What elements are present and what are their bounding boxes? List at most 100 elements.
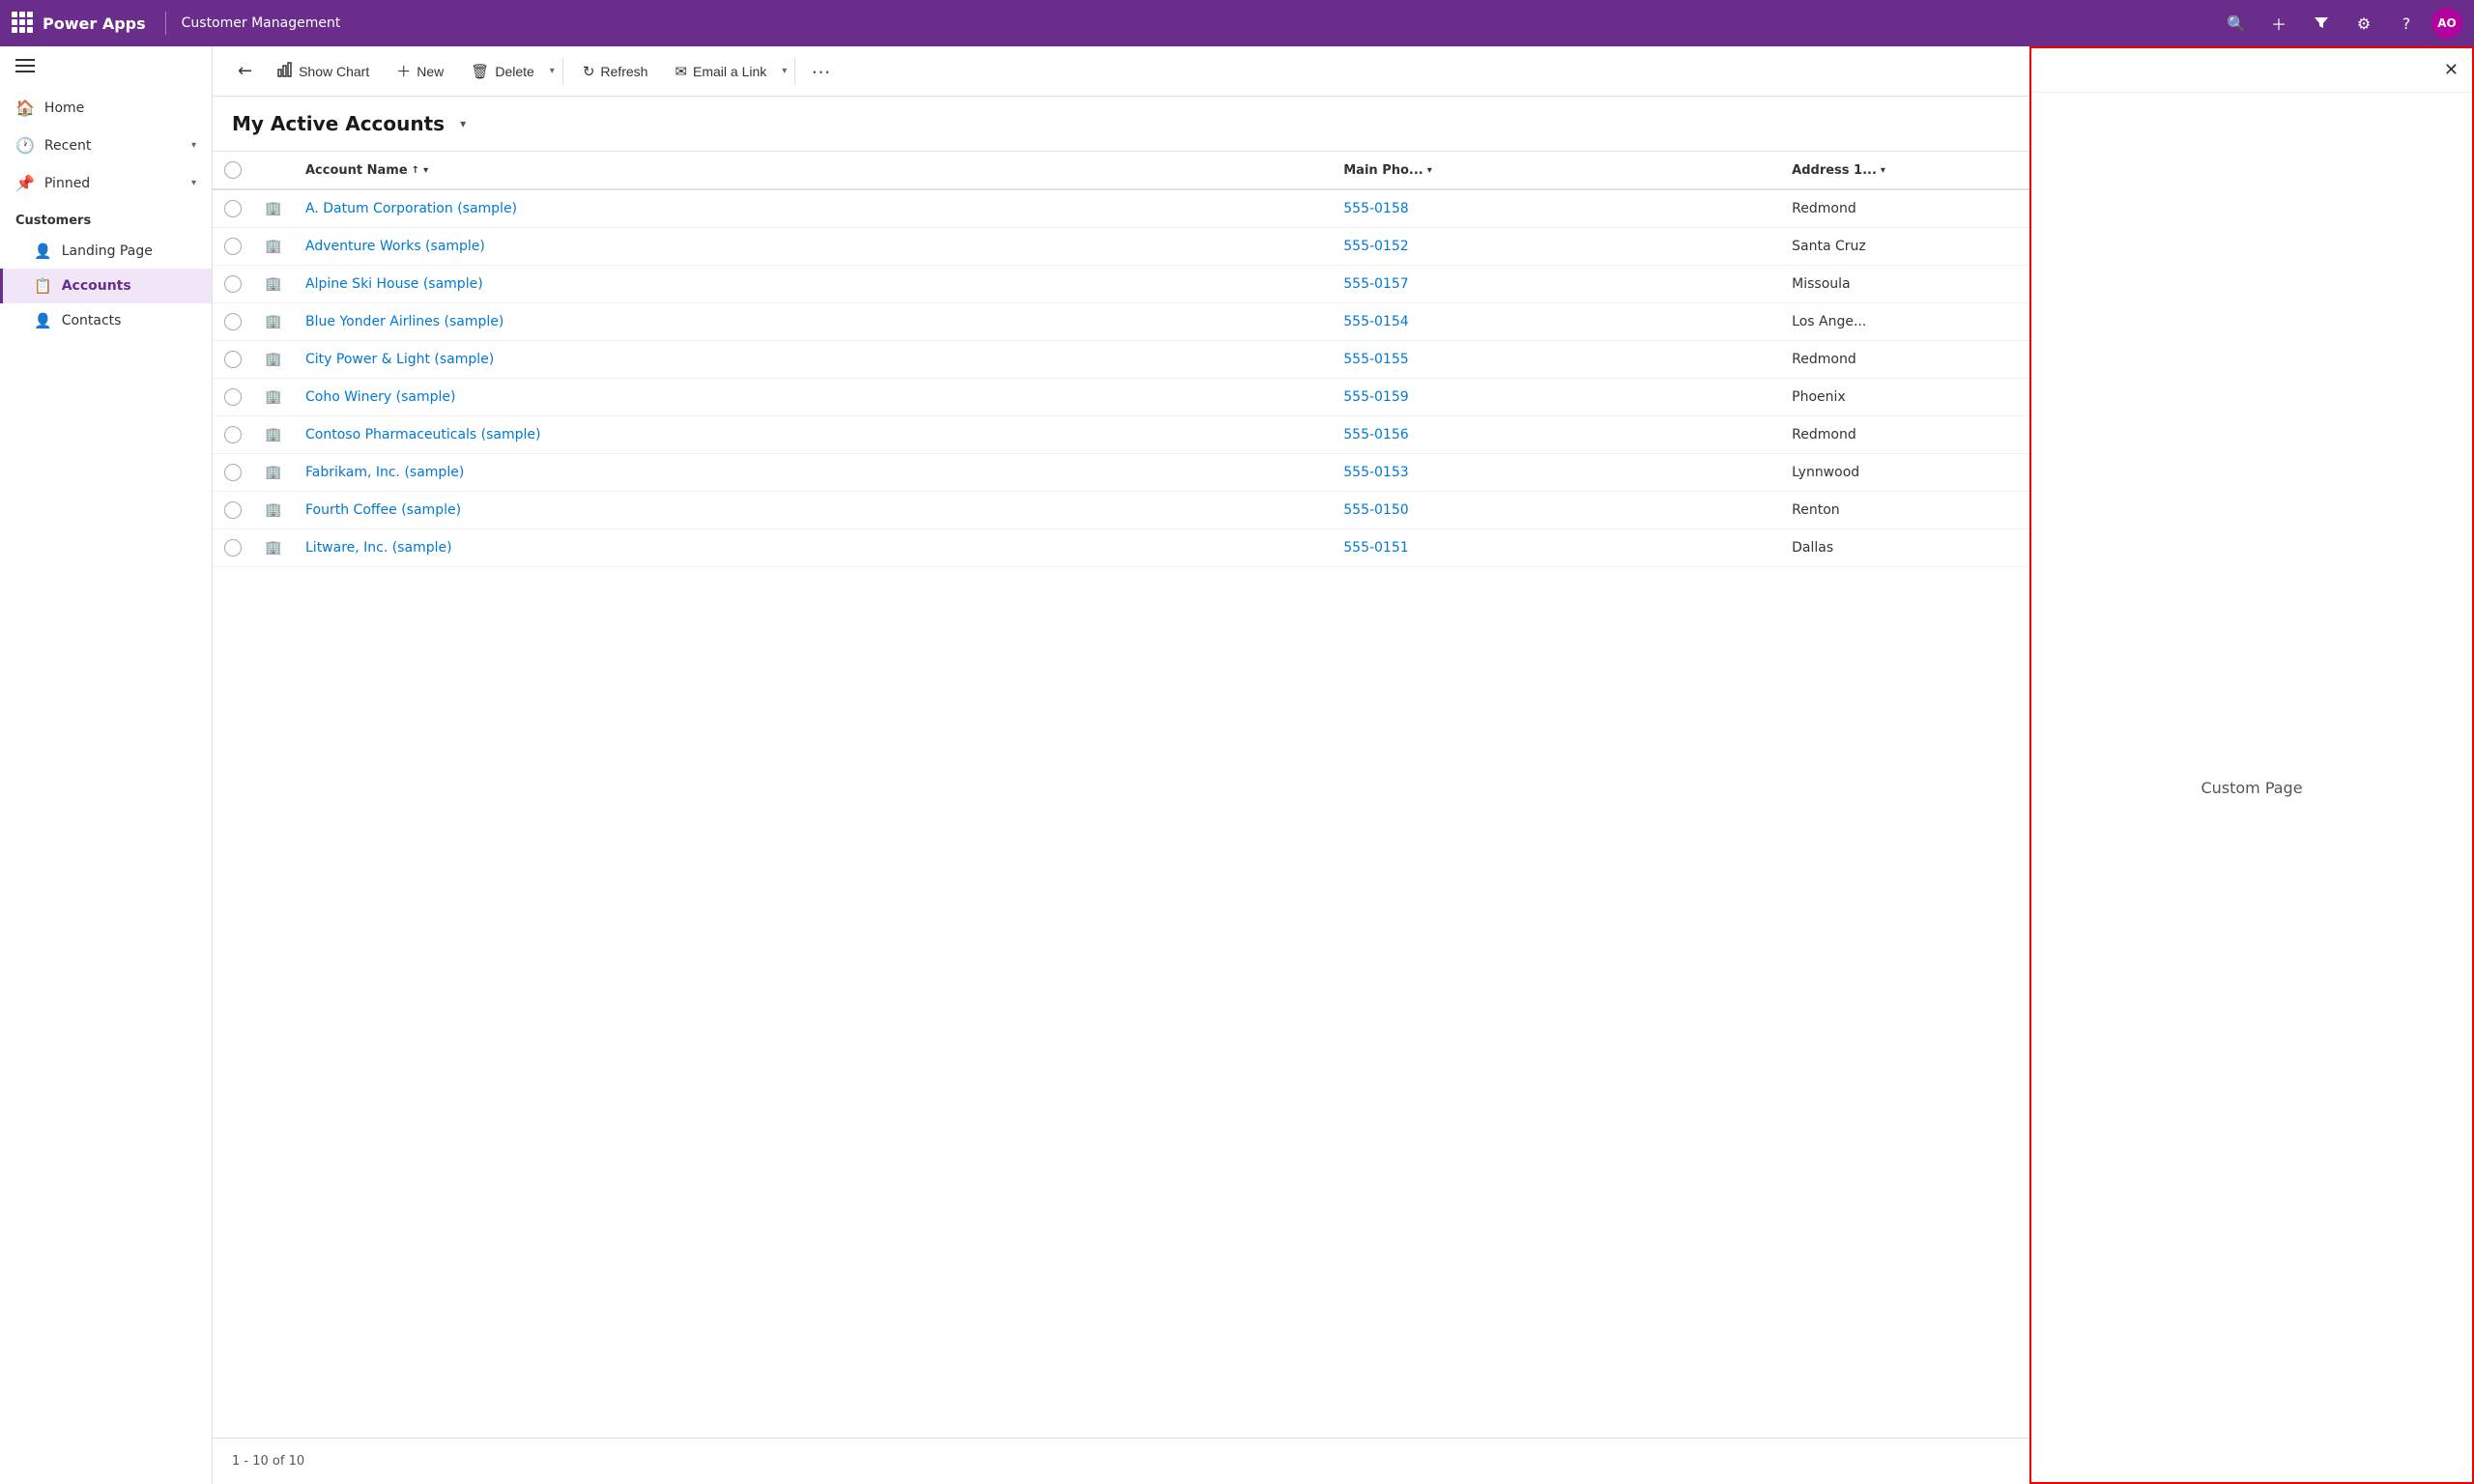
row-checkbox-cell-6[interactable] [213,416,253,454]
email-dropdown-arrow[interactable]: ▾ [782,66,787,76]
recent-chevron-icon: ▾ [191,140,196,151]
row-checkbox-cell-3[interactable] [213,303,253,341]
account-name-link-8[interactable]: Fourth Coffee (sample) [305,502,461,518]
back-button[interactable]: ← [228,55,262,87]
pagination-info: 1 - 10 of 10 [232,1454,304,1469]
phone-link-2[interactable]: 555-0157 [1343,276,1408,292]
view-title-dropdown[interactable]: ▾ [460,117,466,130]
refresh-button[interactable]: ↻ Refresh [571,57,660,86]
pinned-icon: 📌 [15,174,35,192]
row-entity-cell-3: 🏢 [253,303,294,341]
email-link-label: Email a Link [693,64,766,79]
row-checkbox-cell-1[interactable] [213,228,253,266]
phone-link-7[interactable]: 555-0153 [1343,465,1408,480]
phone-link-9[interactable]: 555-0151 [1343,540,1408,556]
global-add-button[interactable]: ＋ [2261,6,2296,41]
sidebar: 🏠 Home 🕐 Recent ▾ 📌 Pinned ▾ Customers 👤… [0,46,213,1484]
account-name-link-9[interactable]: Litware, Inc. (sample) [305,540,452,556]
phone-link-5[interactable]: 555-0159 [1343,389,1408,405]
delete-dropdown-arrow[interactable]: ▾ [550,66,555,76]
recent-icon: 🕐 [15,136,35,155]
row-name-cell-1: Adventure Works (sample) [294,228,1332,266]
refresh-icon: ↻ [583,63,595,80]
sidebar-toggle[interactable] [0,46,212,89]
select-all-header[interactable] [213,152,253,189]
row-name-cell-9: Litware, Inc. (sample) [294,529,1332,567]
row-entity-cell-5: 🏢 [253,379,294,416]
row-checkbox-cell-2[interactable] [213,266,253,303]
close-panel-button[interactable]: ✕ [2438,56,2464,84]
phone-link-3[interactable]: 555-0154 [1343,314,1408,329]
sidebar-recent-label: Recent [44,138,182,154]
phone-link-1[interactable]: 555-0152 [1343,239,1408,254]
row-phone-cell-3: 555-0154 [1332,303,1780,341]
new-label: New [417,64,444,79]
address-sort-icon[interactable]: ▾ [1881,165,1885,176]
account-name-link-0[interactable]: A. Datum Corporation (sample) [305,201,517,216]
row-entity-cell-9: 🏢 [253,529,294,567]
account-name-link-4[interactable]: City Power & Light (sample) [305,352,494,367]
global-search-button[interactable]: 🔍 [2219,6,2254,41]
account-name-link-1[interactable]: Adventure Works (sample) [305,239,485,254]
settings-button[interactable]: ⚙ [2346,6,2381,41]
sidebar-item-contacts[interactable]: 👤 Contacts [0,303,212,338]
sort-asc-icon: ↑ [412,165,419,176]
phone-link-0[interactable]: 555-0158 [1343,201,1408,216]
sidebar-item-pinned[interactable]: 📌 Pinned ▾ [0,164,212,202]
row-phone-cell-5: 555-0159 [1332,379,1780,416]
new-icon: ＋ [396,61,411,81]
phone-link-4[interactable]: 555-0155 [1343,352,1408,367]
phone-sort-icon[interactable]: ▾ [1427,165,1432,176]
more-options-button[interactable]: ⋯ [803,54,838,89]
main-phone-header[interactable]: Main Pho... ▾ [1332,152,1780,189]
phone-link-6[interactable]: 555-0156 [1343,427,1408,442]
account-name-link-7[interactable]: Fabrikam, Inc. (sample) [305,465,464,480]
row-name-cell-7: Fabrikam, Inc. (sample) [294,454,1332,492]
row-name-cell-2: Alpine Ski House (sample) [294,266,1332,303]
row-phone-cell-8: 555-0150 [1332,492,1780,529]
email-link-button[interactable]: ✉ Email a Link [663,57,778,86]
sidebar-landing-page-label: Landing Page [62,243,153,259]
custom-page-panel: ✕ Custom Page [2029,46,2474,1484]
sidebar-pinned-label: Pinned [44,176,182,191]
user-avatar[interactable]: AO [2431,8,2462,39]
row-checkbox-cell-0[interactable] [213,189,253,228]
account-name-header[interactable]: Account Name ↑ ▾ [294,152,1332,189]
sidebar-item-home[interactable]: 🏠 Home [0,89,212,127]
phone-link-8[interactable]: 555-0150 [1343,502,1408,518]
entity-icon-1: 🏢 [265,239,281,254]
sort-dropdown-icon[interactable]: ▾ [423,165,428,176]
row-checkbox-cell-7[interactable] [213,454,253,492]
row-name-cell-5: Coho Winery (sample) [294,379,1332,416]
accounts-icon: 📋 [34,277,52,295]
pinned-chevron-icon: ▾ [191,178,196,188]
help-button[interactable]: ? [2389,6,2424,41]
custom-page-title: Custom Page [2201,779,2302,797]
delete-button[interactable]: 🗑 Delete [459,57,546,86]
row-entity-cell-0: 🏢 [253,189,294,228]
app-grid-icon[interactable] [12,12,35,35]
row-entity-cell-4: 🏢 [253,341,294,379]
sidebar-item-recent[interactable]: 🕐 Recent ▾ [0,127,212,164]
entity-icon-3: 🏢 [265,314,281,329]
row-checkbox-cell-9[interactable] [213,529,253,567]
entity-icon-9: 🏢 [265,540,281,556]
row-entity-cell-8: 🏢 [253,492,294,529]
row-checkbox-cell-8[interactable] [213,492,253,529]
account-name-link-5[interactable]: Coho Winery (sample) [305,389,455,405]
global-filter-button[interactable] [2304,6,2339,41]
row-phone-cell-4: 555-0155 [1332,341,1780,379]
new-button[interactable]: ＋ New [385,55,455,87]
row-checkbox-cell-4[interactable] [213,341,253,379]
custom-page-header: ✕ [2031,48,2472,93]
sidebar-item-accounts[interactable]: 📋 Accounts [0,269,212,303]
row-checkbox-cell-5[interactable] [213,379,253,416]
show-chart-button[interactable]: Show Chart [266,56,381,87]
account-name-link-6[interactable]: Contoso Pharmaceuticals (sample) [305,427,541,442]
top-nav: Power Apps Customer Management 🔍 ＋ ⚙ ? A… [0,0,2474,46]
sidebar-item-landing-page[interactable]: 👤 Landing Page [0,234,212,269]
toolbar-divider-1 [562,58,563,85]
row-phone-cell-2: 555-0157 [1332,266,1780,303]
account-name-link-2[interactable]: Alpine Ski House (sample) [305,276,483,292]
account-name-link-3[interactable]: Blue Yonder Airlines (sample) [305,314,503,329]
